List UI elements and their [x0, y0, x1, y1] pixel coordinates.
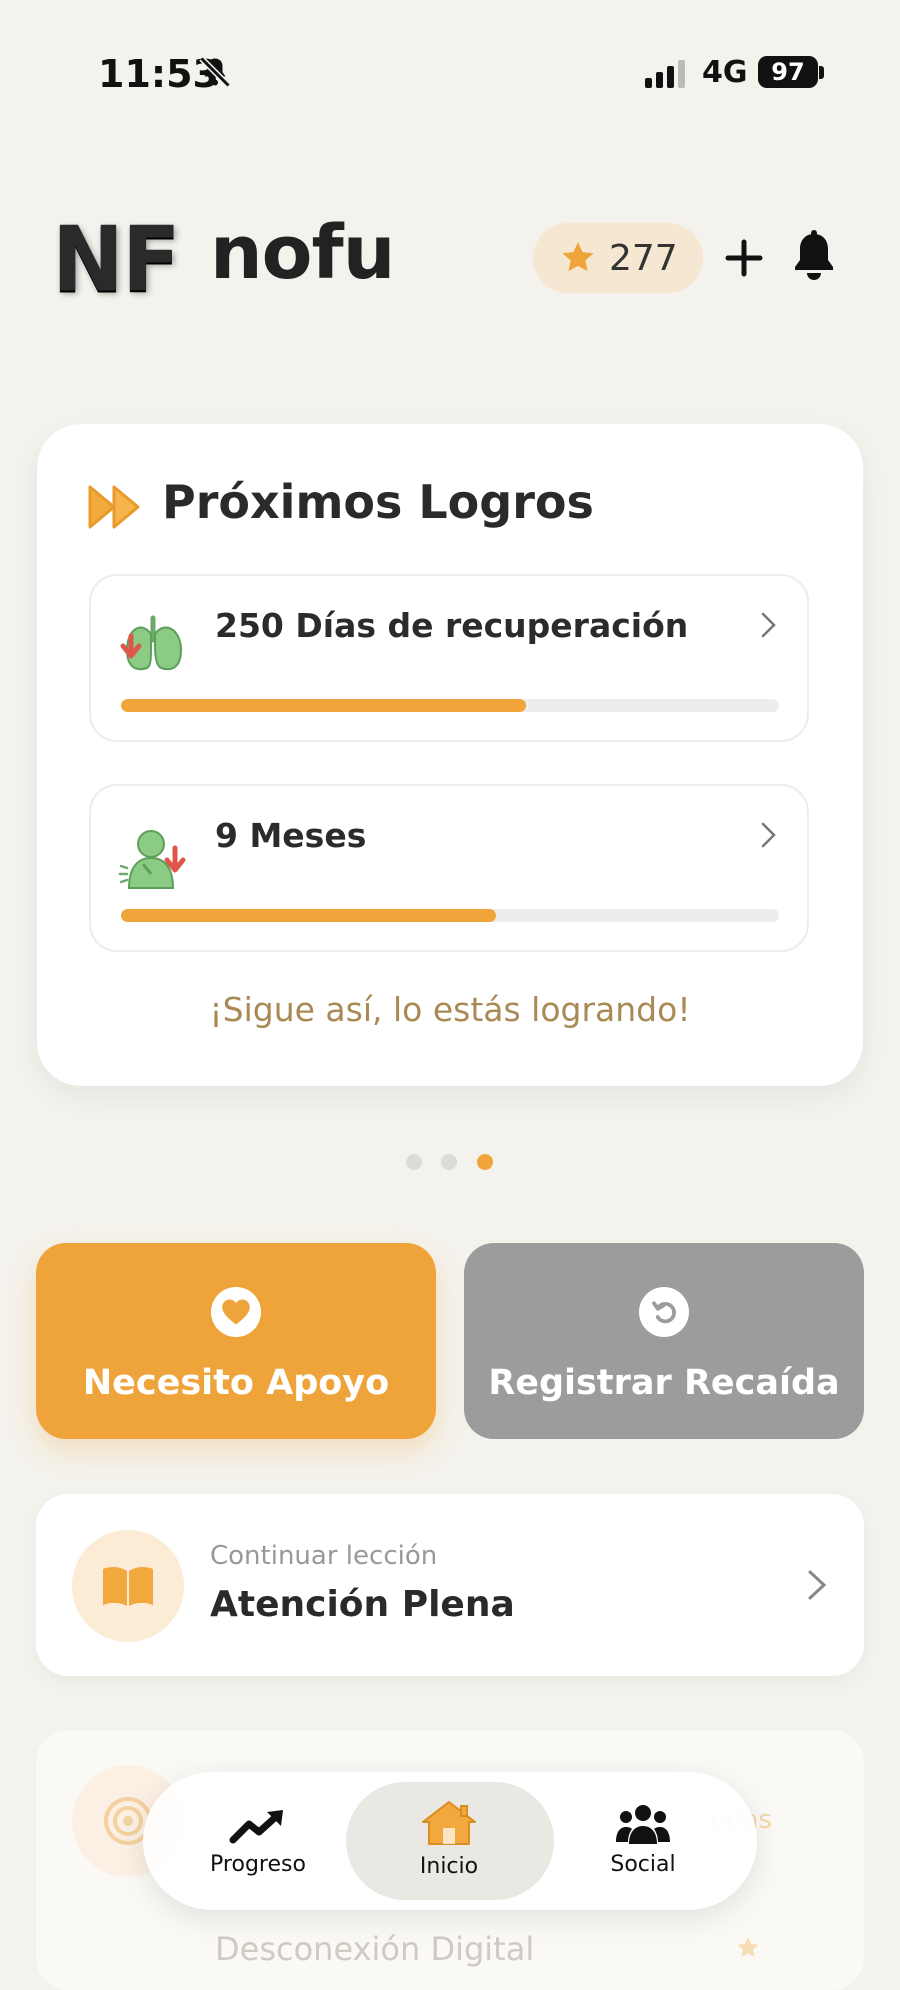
chevron-right-icon [761, 612, 776, 638]
add-icon[interactable] [719, 230, 769, 286]
carousel-dot-active[interactable] [477, 1154, 493, 1170]
signal-icon [645, 60, 685, 88]
lesson-subtitle: Continuar lección [210, 1541, 438, 1571]
achievement-item[interactable]: 250 Días de recuperación [89, 574, 809, 742]
trend-up-icon [229, 1810, 283, 1844]
undo-icon [639, 1287, 689, 1337]
heart-icon [211, 1287, 261, 1337]
network-type: 4G [702, 55, 748, 90]
battery-indicator: 97 [758, 56, 818, 88]
nav-item-inicio[interactable]: Inicio [369, 1798, 529, 1879]
points-value: 277 [609, 237, 678, 279]
achievement-item[interactable]: 9 Meses [89, 784, 809, 952]
points-pill[interactable]: 277 [533, 223, 703, 293]
app-logo: NF [52, 207, 181, 313]
app-name: nofu [210, 210, 395, 296]
lungs-icon [120, 615, 183, 671]
nav-item-progreso[interactable]: Progreso [178, 1806, 338, 1877]
star-icon [562, 242, 594, 272]
home-icon [422, 1801, 476, 1845]
notifications-bell-icon[interactable] [789, 228, 839, 284]
achievement-label: 250 Días de recuperación [215, 606, 689, 645]
person-down-icon [118, 830, 186, 889]
need-support-label: Necesito Apoyo [82, 1363, 390, 1403]
book-icon [72, 1530, 184, 1642]
challenge-subtitle: Desconexión Digital [215, 1930, 535, 1968]
achievements-title: Próximos Logros [162, 475, 594, 529]
nav-label: Inicio [419, 1854, 479, 1879]
lesson-title: Atención Plena [210, 1584, 515, 1625]
register-relapse-button[interactable]: Registrar Recaída [464, 1243, 864, 1439]
nav-label: Social [610, 1852, 676, 1877]
fast-forward-icon [88, 485, 140, 529]
carousel-dot[interactable] [406, 1154, 422, 1170]
need-support-button[interactable]: Necesito Apoyo [36, 1243, 436, 1439]
register-relapse-label: Registrar Recaída [488, 1363, 840, 1403]
chevron-right-icon [808, 1570, 827, 1600]
star-icon [737, 1937, 759, 1958]
nav-label: Progreso [210, 1852, 306, 1877]
nav-item-social[interactable]: Social [563, 1802, 723, 1877]
achievement-label: 9 Meses [215, 816, 367, 855]
achievement-progress-fill [121, 909, 497, 922]
carousel-dot[interactable] [441, 1154, 457, 1170]
achievement-progress-fill [121, 699, 526, 712]
people-icon [616, 1805, 670, 1844]
achievement-progress-track [121, 909, 779, 922]
encouragement-text: ¡Sigue así, lo estás logrando! [209, 990, 691, 1029]
bell-muted-icon [199, 56, 231, 88]
chevron-right-icon [761, 822, 776, 848]
battery-nub [819, 66, 824, 79]
achievement-progress-track [121, 699, 779, 712]
